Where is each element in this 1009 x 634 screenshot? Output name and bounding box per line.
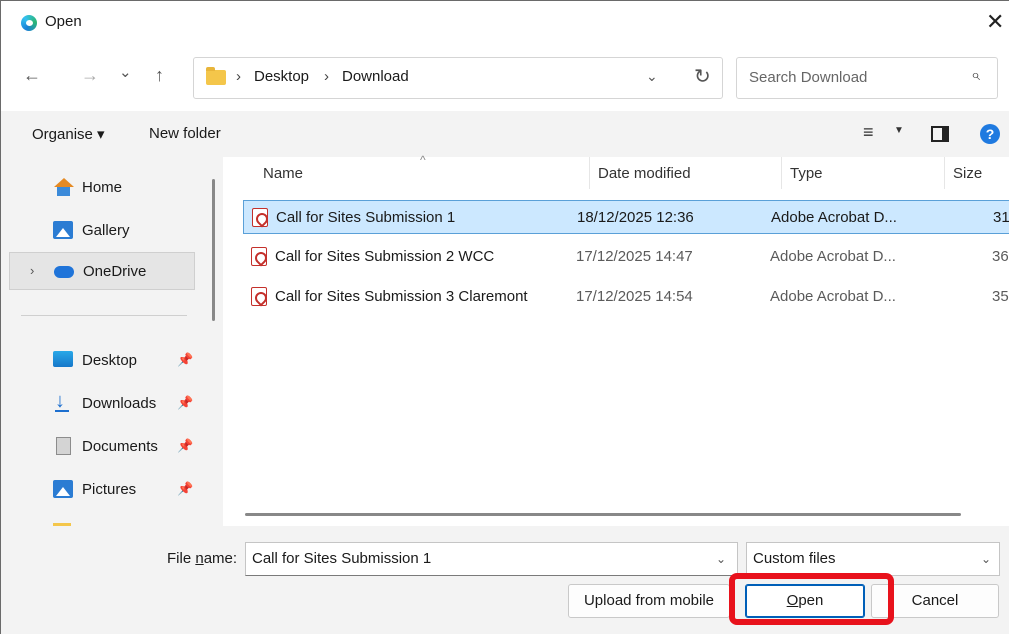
file-size: 36	[992, 248, 1009, 265]
pin-icon: 📌	[177, 438, 194, 453]
file-name: Call for Sites Submission 3 Claremont	[275, 288, 528, 305]
column-divider[interactable]	[781, 157, 782, 189]
file-name: Call for Sites Submission 2 WCC	[275, 248, 495, 265]
open-file-dialog: Open ✕ ← → ⌄ ↑ › Desktop › Download ⌄ ↻ …	[0, 0, 1009, 634]
forward-arrow-icon[interactable]: →	[81, 65, 99, 86]
sidebar-item-label: Pictures	[82, 481, 137, 498]
home-icon	[53, 178, 74, 196]
back-arrow-icon[interactable]: ←	[23, 65, 41, 86]
file-date: 17/12/2025 14:54	[576, 288, 693, 305]
pictures-icon	[53, 480, 73, 498]
file-row[interactable]: Call for Sites Submission 2 WCC 17/12/20…	[243, 240, 1009, 274]
sidebar-item-label: Documents	[82, 438, 158, 455]
file-type-value: Custom files	[753, 550, 836, 567]
command-bar: Organise ▾ New folder ≡ ▼ ?	[1, 111, 1009, 157]
desktop-icon	[53, 351, 73, 367]
breadcrumb-download[interactable]: Download	[342, 68, 409, 85]
new-folder-button[interactable]: New folder	[149, 125, 221, 142]
file-type: Adobe Acrobat D...	[770, 248, 896, 265]
breadcrumb-desktop[interactable]: Desktop	[254, 68, 309, 85]
file-size: 31	[993, 209, 1009, 226]
address-dropdown-chevron-icon[interactable]: ⌄	[646, 68, 658, 85]
sidebar-item-label: Gallery	[82, 222, 130, 239]
search-icon[interactable]: ⌕	[971, 67, 980, 85]
file-list: Name ^ Date modified Type Size Call for …	[223, 153, 1009, 526]
edge-browser-icon	[21, 15, 37, 31]
gallery-icon	[53, 221, 73, 239]
pin-icon: 📌	[177, 395, 194, 410]
file-row[interactable]: Call for Sites Submission 3 Claremont 17…	[243, 280, 1009, 314]
file-date: 18/12/2025 12:36	[577, 209, 694, 226]
file-type: Adobe Acrobat D...	[770, 288, 896, 305]
column-header-type[interactable]: Type	[790, 165, 823, 182]
view-options-icon[interactable]: ≡	[863, 122, 874, 143]
sidebar-item-label: Desktop	[82, 352, 138, 369]
column-header-name[interactable]: Name	[263, 165, 303, 182]
file-row[interactable]: Call for Sites Submission 1 18/12/2025 1…	[243, 200, 1009, 234]
folder-icon	[206, 67, 226, 85]
pin-icon: 📌	[177, 481, 194, 496]
sidebar-item-gallery[interactable]: Gallery	[9, 212, 195, 250]
file-name-field[interactable]: Call for Sites Submission 1 ⌄	[245, 542, 738, 576]
column-divider[interactable]	[589, 157, 590, 189]
sort-caret-icon: ^	[420, 153, 426, 167]
file-size: 35	[992, 288, 1009, 305]
file-date: 17/12/2025 14:47	[576, 248, 693, 265]
file-type: Adobe Acrobat D...	[771, 209, 897, 226]
horizontal-scrollbar[interactable]	[245, 513, 961, 516]
chevron-down-icon[interactable]: ⌄	[716, 552, 726, 566]
file-name-label: File name:	[167, 550, 238, 567]
file-name-value: Call for Sites Submission 1	[252, 550, 432, 567]
view-dropdown-icon[interactable]: ▼	[894, 125, 904, 136]
title-bar: Open ✕	[1, 1, 1009, 45]
pin-icon: 📌	[177, 352, 194, 367]
navigation-pane: Home Gallery › OneDrive Desktop 📌 Downlo…	[9, 157, 223, 526]
sidebar-item-label: OneDrive	[83, 263, 147, 280]
refresh-icon[interactable]: ↻	[694, 64, 711, 89]
sidebar-item-downloads[interactable]: Downloads 📌	[9, 385, 195, 423]
downloads-icon	[53, 390, 73, 413]
up-arrow-icon[interactable]: ↑	[155, 65, 164, 86]
documents-icon	[56, 437, 71, 455]
pdf-file-icon	[251, 287, 267, 306]
expand-chevron-icon[interactable]: ›	[30, 263, 34, 278]
recent-locations-chevron-icon[interactable]: ⌄	[119, 63, 132, 81]
address-bar[interactable]: › Desktop › Download ⌄ ↻	[193, 57, 723, 99]
pdf-file-icon	[252, 208, 268, 227]
sidebar-item-pictures[interactable]: Pictures 📌	[9, 471, 195, 509]
sidebar-item-home[interactable]: Home	[9, 169, 195, 207]
file-name: Call for Sites Submission 1	[276, 209, 456, 226]
dialog-title: Open	[45, 13, 82, 30]
sidebar-item-desktop[interactable]: Desktop 📌	[9, 342, 195, 380]
column-divider[interactable]	[944, 157, 945, 189]
preview-pane-icon[interactable]	[931, 126, 949, 142]
help-icon[interactable]: ?	[980, 124, 1000, 144]
column-header-size[interactable]: Size	[953, 165, 982, 182]
breadcrumb-separator: ›	[236, 68, 241, 85]
column-header-date-modified[interactable]: Date modified	[598, 165, 691, 182]
organise-button[interactable]: Organise ▾	[32, 125, 105, 143]
sidebar-item-documents[interactable]: Documents 📌	[9, 428, 195, 466]
chevron-down-icon[interactable]: ⌄	[981, 552, 991, 566]
onedrive-icon	[54, 266, 74, 278]
search-box[interactable]: Search Download ⌕	[736, 57, 998, 99]
close-icon[interactable]: ✕	[986, 9, 1004, 35]
sidebar-item-label: Downloads	[82, 395, 157, 412]
search-placeholder: Search Download	[749, 69, 868, 86]
open-button-highlight	[729, 573, 894, 625]
sidebar-item-label: Home	[82, 179, 123, 196]
sidebar-item-onedrive[interactable]: › OneDrive	[9, 252, 195, 290]
navigation-bar: ← → ⌄ ↑ › Desktop › Download ⌄ ↻ Search …	[1, 45, 1009, 111]
sidebar-divider	[21, 315, 187, 316]
breadcrumb-separator: ›	[324, 68, 329, 85]
sidebar-scrollbar[interactable]	[212, 179, 215, 321]
upload-from-mobile-button[interactable]: Upload from mobile	[568, 584, 730, 618]
file-type-filter[interactable]: Custom files ⌄	[746, 542, 1000, 576]
pdf-file-icon	[251, 247, 267, 266]
